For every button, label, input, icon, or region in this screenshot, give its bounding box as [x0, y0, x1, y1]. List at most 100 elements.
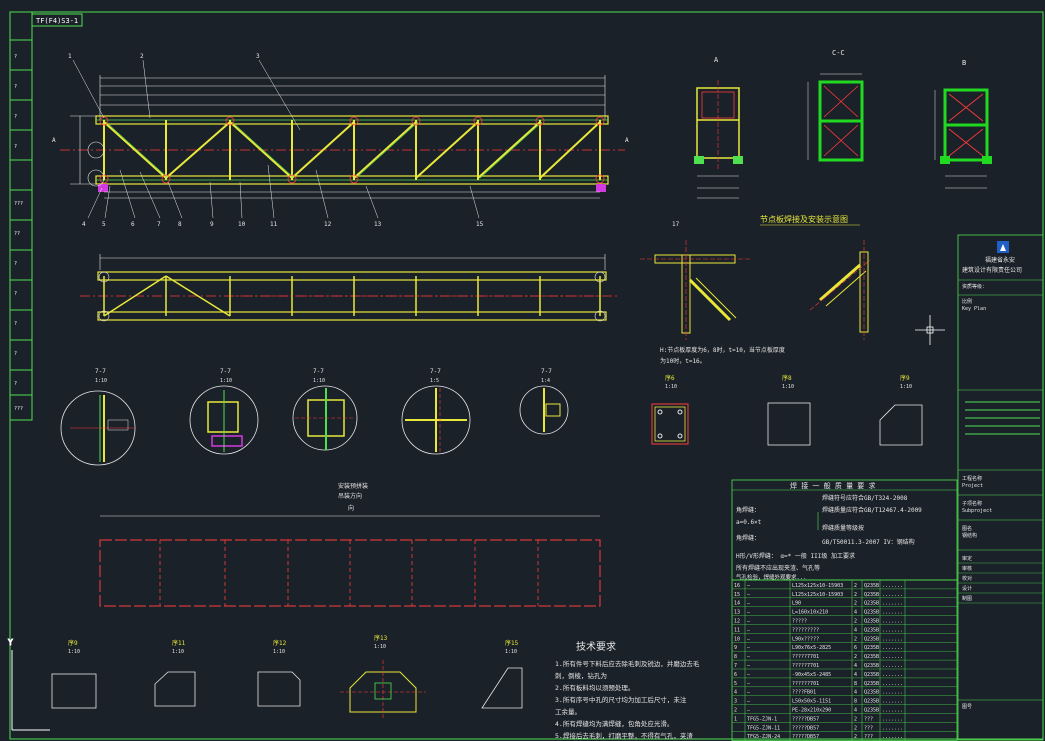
svg-text:9: 9 — [210, 221, 214, 228]
bom-cell: ?????7701 — [792, 663, 819, 669]
signoff-label: 审定 — [962, 555, 972, 562]
svg-text:7-7: 7-7 — [541, 368, 552, 375]
bom-cell: 2 — [854, 654, 857, 660]
bom-cell: ....... — [882, 708, 903, 714]
bom-cell: 9 — [734, 645, 737, 651]
bom-cell: -90x45x5-2485 — [792, 672, 831, 678]
bom-cell: L50x50x5-1151 — [792, 699, 831, 705]
svg-text:Y: Y — [8, 638, 13, 647]
svg-text:???: ??? — [14, 406, 23, 412]
svg-text:序13: 序13 — [374, 634, 388, 642]
svg-text:B: B — [962, 59, 966, 67]
svg-text:?: ? — [14, 321, 17, 327]
bom-cell: ?????DB57 — [792, 734, 819, 740]
svg-text:1:10: 1:10 — [900, 384, 912, 390]
svg-text:1:10: 1:10 — [172, 649, 184, 655]
svg-text:序6: 序6 — [665, 374, 675, 382]
svg-text:1:10: 1:10 — [665, 384, 677, 390]
bom-cell: ?????7701 — [792, 654, 819, 660]
svg-text:序12: 序12 — [273, 639, 287, 647]
svg-text:所有焊缝不应出现夹渣、气孔等: 所有焊缝不应出现夹渣、气孔等 — [736, 564, 820, 572]
svg-text:安装预拼装: 安装预拼装 — [338, 482, 368, 490]
signoff-label: 审核 — [962, 565, 972, 572]
svg-text:工程名称: 工程名称 — [962, 475, 982, 482]
svg-text:17: 17 — [672, 221, 680, 228]
svg-text:1:4: 1:4 — [541, 378, 550, 384]
svg-text:技术要求: 技术要求 — [576, 640, 616, 653]
node-plate-title: 节点板焊接及安装示意图 — [760, 214, 848, 224]
bom-cell: 4 — [854, 610, 857, 616]
svg-text:A: A — [52, 137, 56, 144]
bom-cell: L125x125x10-15903 — [792, 583, 843, 589]
signoff-label: 设计 — [962, 585, 972, 592]
signoff-label: 校对 — [962, 575, 972, 582]
bom-cell: 6 — [734, 672, 737, 678]
bom-cell: Q235B — [864, 690, 879, 696]
bom-cell: Q235B — [864, 619, 879, 625]
bom-cell: 7 — [734, 663, 737, 669]
bom-cell: Q235B — [864, 645, 879, 651]
bom-cell: ....... — [882, 681, 903, 687]
svg-text:4: 4 — [82, 221, 86, 228]
svg-text:1: 1 — [68, 53, 72, 60]
svg-text:6: 6 — [131, 221, 135, 228]
bom-cell: Q235B — [864, 601, 879, 607]
bom-cell: Q235B — [864, 592, 879, 598]
svg-text:Project: Project — [962, 483, 983, 489]
svg-text:GB/T50011.3-2007 IV：钢结构: GB/T50011.3-2007 IV：钢结构 — [822, 538, 915, 546]
bom-cell: ....... — [882, 645, 903, 651]
svg-text:Subproject: Subproject — [962, 508, 992, 514]
svg-text:比例: 比例 — [962, 298, 972, 305]
bom-cell: ?????DB57 — [792, 716, 819, 722]
svg-text:C-C: C-C — [832, 49, 845, 57]
bom-cell: 12 — [734, 619, 740, 625]
svg-text:?: ? — [14, 144, 17, 150]
bom-cell: ....... — [882, 619, 903, 625]
svg-text:焊缝符号应符合GB/T324-2008: 焊缝符号应符合GB/T324-2008 — [822, 494, 908, 502]
bom-cell: 2 — [854, 619, 857, 625]
bom-cell: 2 — [854, 734, 857, 740]
bom-cell: ....... — [882, 610, 903, 616]
bom-cell: ??? — [864, 716, 873, 722]
svg-text:7: 7 — [157, 221, 161, 228]
svg-text:7-7: 7-7 — [220, 368, 231, 375]
svg-text:?: ? — [14, 84, 17, 90]
svg-text:刺，倒棱，钻孔为: 刺，倒棱，钻孔为 — [555, 671, 607, 680]
bom-cell: 6 — [854, 645, 857, 651]
bom-cell: TFG5-ZJN-24 — [747, 734, 780, 740]
bom-cell: ....... — [882, 601, 903, 607]
bom-cell: Q235B — [864, 708, 879, 714]
bom-cell: ....... — [882, 627, 903, 633]
bom-cell: 8 — [854, 681, 857, 687]
cad-drawing-sheet: ??? ?????? ??? ????? TF(F4)S3-1 A A 1 2 … — [0, 0, 1045, 741]
frame-code: TF(F4)S3-1 — [36, 17, 78, 25]
bom-cell: 11 — [734, 627, 740, 633]
svg-text:?: ? — [14, 114, 17, 120]
svg-text:A: A — [625, 137, 629, 144]
svg-text:13: 13 — [374, 221, 382, 228]
bom-cell: ????? — [792, 619, 807, 625]
svg-text:Key Plan: Key Plan — [962, 306, 986, 312]
bom-cell: TFG5-ZJN-1 — [747, 716, 777, 722]
bom-cell: 4 — [854, 690, 857, 696]
svg-text:5.焊接后去毛刺，打磨平整，不得有气孔，夹渣: 5.焊接后去毛刺，打磨平整，不得有气孔，夹渣 — [555, 731, 693, 740]
svg-text:资质等级：: 资质等级： — [962, 283, 987, 290]
svg-text:图号: 图号 — [962, 704, 972, 710]
bom-cell: Q235B — [864, 672, 879, 678]
bom-cell: 2 — [854, 592, 857, 598]
svg-text:吊装方向: 吊装方向 — [338, 492, 362, 500]
svg-text:图名: 图名 — [962, 525, 972, 532]
bom-cell: Q235B — [864, 663, 879, 669]
svg-text:7-7: 7-7 — [313, 368, 324, 375]
svg-text:5: 5 — [102, 221, 106, 228]
svg-text:11: 11 — [270, 221, 278, 228]
bom-cell: 3 — [734, 699, 737, 705]
bom-cell: 4 — [854, 627, 857, 633]
svg-text:2: 2 — [140, 53, 144, 60]
signoff-label: 制图 — [962, 595, 972, 602]
node-plate-note-2: 为10时，t=16。 — [660, 357, 706, 365]
bom-cell: 16 — [734, 583, 740, 589]
company-line1: 福建省永安 — [985, 256, 1015, 264]
bom-cell: Q235B — [864, 699, 879, 705]
svg-text:钢结构: 钢结构 — [962, 532, 977, 539]
